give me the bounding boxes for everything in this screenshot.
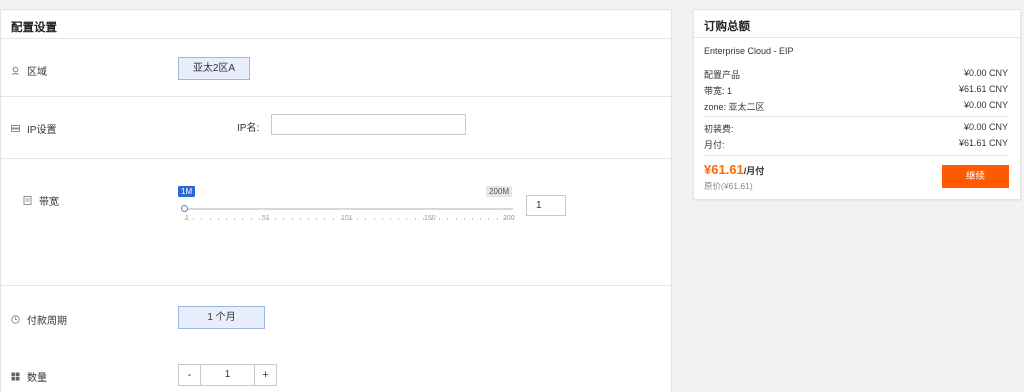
region-row-label: 区域	[11, 63, 47, 78]
slider-tick	[308, 218, 309, 220]
product-name-text: Enterprise Cloud - EIP	[704, 46, 794, 56]
slider-tick	[439, 218, 441, 220]
slider-tick	[414, 218, 416, 220]
region-label: 区域	[27, 67, 47, 78]
line-label: zone: 亚太二区	[704, 102, 765, 112]
fee-line: 初装费: ¥0.00 CNY	[704, 122, 1008, 135]
slider-tick	[447, 218, 449, 220]
fee-value: ¥61.61 CNY	[958, 138, 1008, 148]
slider-tick	[365, 218, 367, 220]
slider-tick	[373, 218, 375, 220]
bandwidth-max-badge: 200M	[486, 186, 513, 197]
divider	[1, 38, 671, 39]
line-value: ¥61.61 CNY	[958, 84, 1008, 94]
summary-title: 订购总额	[704, 21, 750, 33]
divider	[1, 158, 671, 159]
line-value: ¥0.00 CNY	[963, 100, 1008, 110]
slider-tick	[357, 218, 359, 220]
order-summary-panel: 订购总额 Enterprise Cloud - EIP 配置产品 ¥0.00 C…	[693, 9, 1021, 200]
slider-tick	[472, 218, 473, 220]
total-price: ¥61.61/月付	[704, 162, 764, 177]
slider-tick	[275, 218, 277, 220]
config-panel: 配置设置 区域 亚太2区A IP设置 IP名: 带宽 1M 200M 1 51 …	[0, 9, 672, 392]
bandwidth-slider-handle[interactable]	[181, 205, 188, 212]
slider-tick	[250, 218, 252, 220]
tick-label: 1	[185, 215, 189, 222]
slider-tick	[496, 218, 498, 220]
slider-tick	[283, 218, 285, 220]
slider-tick	[455, 218, 457, 220]
fee-line: 月付: ¥61.61 CNY	[704, 138, 1008, 151]
divider	[704, 155, 1008, 156]
slider-tick	[488, 218, 490, 220]
slider-tick	[226, 218, 227, 220]
summary-line: 带宽: 1 ¥61.61 CNY	[704, 84, 1008, 97]
fee-value: ¥0.00 CNY	[963, 122, 1008, 132]
bandwidth-value-input[interactable]: 1	[526, 195, 566, 216]
divider	[1, 96, 671, 97]
quantity-stepper[interactable]: - 1 +	[178, 364, 277, 386]
tick-label: 101	[341, 215, 353, 222]
config-title: 配置设置	[11, 22, 57, 34]
ip-name-label: IP名:	[237, 123, 260, 134]
grid-icon	[11, 372, 20, 381]
period-select-button[interactable]: 1 个月	[178, 306, 265, 329]
slider-tick	[217, 218, 219, 220]
line-label: 带宽: 1	[704, 86, 733, 96]
quantity-label: 数量	[27, 373, 47, 384]
tick-label: 200	[503, 215, 515, 222]
slider-tick	[242, 218, 244, 220]
period-row-label: 付款周期	[11, 312, 67, 327]
slider-tick	[332, 218, 334, 220]
slider-tick	[193, 218, 195, 220]
divider	[704, 116, 1008, 117]
slider-tick	[480, 218, 482, 220]
bandwidth-label: 带宽	[39, 197, 59, 208]
quantity-row-label: 数量	[11, 369, 47, 384]
slider-tick	[406, 218, 408, 220]
slider-tick	[201, 218, 203, 220]
slider-tick	[316, 218, 318, 220]
slider-tick	[324, 218, 326, 220]
summary-line: zone: 亚太二区 ¥0.00 CNY	[704, 100, 1008, 113]
fee-label: 初装费:	[704, 124, 734, 134]
fee-label: 月付:	[704, 140, 725, 150]
continue-button[interactable]: 继续	[942, 165, 1009, 188]
bandwidth-row-label: 带宽	[23, 193, 59, 208]
increment-button[interactable]: +	[255, 365, 276, 385]
bandwidth-slider-track[interactable]	[184, 208, 513, 210]
divider	[1, 285, 671, 286]
ip-row-label: IP设置	[11, 121, 56, 136]
slider-tick	[258, 218, 260, 220]
ip-label: IP设置	[27, 125, 57, 136]
region-select-button[interactable]: 亚太2区A	[178, 57, 250, 80]
decrement-button[interactable]: -	[179, 365, 200, 385]
location-pin-icon	[11, 66, 20, 75]
line-value: ¥0.00 CNY	[963, 68, 1008, 78]
product-name: Enterprise Cloud - EIP	[704, 46, 1008, 56]
slider-tick	[209, 218, 211, 220]
document-icon	[23, 196, 32, 205]
slider-tick	[291, 218, 293, 220]
slider-tick	[299, 218, 301, 220]
tick-label: 150	[424, 215, 436, 222]
server-icon	[11, 124, 20, 133]
bandwidth-min-badge: 1M	[178, 186, 196, 197]
slider-tick	[398, 218, 400, 220]
price-unit: /月付	[743, 166, 765, 176]
quantity-value[interactable]: 1	[200, 365, 255, 385]
period-label: 付款周期	[27, 316, 67, 327]
price-value: ¥61.61	[704, 162, 744, 177]
slider-tick	[234, 218, 236, 220]
original-price: 原价(¥61.61)	[704, 181, 753, 191]
slider-tick	[463, 218, 465, 220]
line-label: 配置产品	[704, 70, 741, 80]
tick-label: 51	[262, 215, 270, 222]
slider-tick	[390, 218, 391, 220]
clock-icon	[11, 315, 20, 324]
divider	[694, 37, 1020, 38]
summary-line: 配置产品 ¥0.00 CNY	[704, 68, 1008, 81]
ip-name-input[interactable]	[271, 114, 466, 135]
slider-tick	[381, 218, 383, 220]
